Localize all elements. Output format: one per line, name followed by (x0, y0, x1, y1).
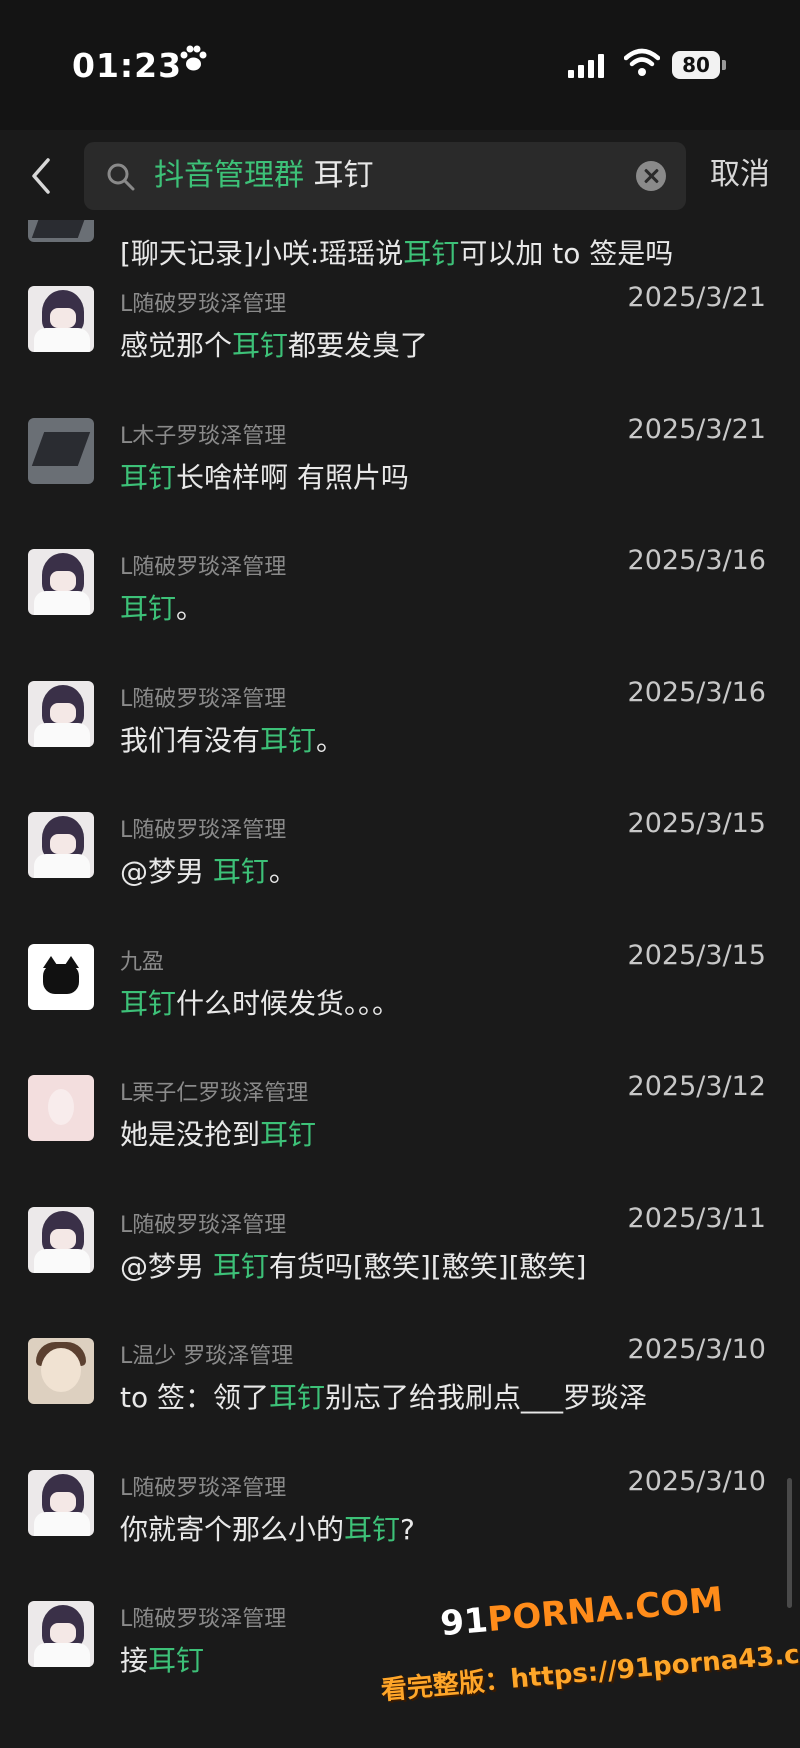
avatar (28, 1075, 94, 1141)
sender-name: L随破罗琰泽管理 (120, 1476, 287, 1501)
avatar (28, 418, 94, 484)
cellular-signal-icon (568, 54, 608, 82)
avatar (28, 286, 94, 352)
message-text: 耳钉长啥样啊 有照片吗 (120, 461, 409, 494)
avatar (28, 1601, 94, 1667)
keyword-highlight: 耳钉 (212, 1250, 269, 1283)
list-item[interactable]: L随破罗琰泽管理 2025/3/10 你就寄个那么小的耳钉? (0, 1462, 800, 1593)
message-text: @梦男 耳钉有货吗[憨笑][憨笑][憨笑] (120, 1250, 587, 1283)
scrollbar[interactable] (787, 1478, 792, 1608)
battery-indicator: 80 (672, 51, 720, 79)
message-text: 她是没抢到耳钉 (120, 1118, 317, 1151)
keyword-highlight: 耳钉 (232, 329, 289, 362)
keyword-highlight: 耳钉 (120, 987, 177, 1020)
avatar (28, 812, 94, 878)
list-item[interactable]: 九盈 2025/3/15 耳钉什么时候发货。。。 (0, 936, 800, 1067)
clear-icon[interactable] (636, 161, 666, 191)
message-date: 2025/3/10 (627, 1466, 766, 1497)
message-date: 2025/3/21 (627, 414, 766, 445)
avatar (28, 220, 94, 242)
list-item[interactable]: L随破罗琰泽管理 2025/3/16 我们有没有耳钉。 (0, 673, 800, 804)
message-date: 2025/3/15 (627, 808, 766, 839)
avatar (28, 681, 94, 747)
message-text: 感觉那个耳钉都要发臭了 (120, 329, 429, 362)
list-item[interactable]: [聊天记录]小咲:瑶瑶说耳钉可以加 to 签是吗 (0, 220, 800, 270)
sender-name: 九盈 (120, 950, 165, 975)
wifi-icon (623, 48, 661, 82)
back-chevron-icon[interactable] (28, 156, 54, 200)
message-text: 接耳钉 (120, 1644, 205, 1677)
keyword-highlight: 耳钉 (344, 1513, 401, 1546)
message-text: 我们有没有耳钉。 (120, 724, 345, 757)
list-item[interactable]: L随破罗琰泽管理 2025/3/15 @梦男 耳钉。 (0, 804, 800, 935)
message-text: 你就寄个那么小的耳钉? (120, 1513, 415, 1546)
sender-name: L温少 罗琰泽管理 (120, 1344, 294, 1369)
message-date: 2025/3/10 (627, 1334, 766, 1365)
message-date: 2025/3/16 (627, 545, 766, 576)
sender-name: L随破罗琰泽管理 (120, 687, 287, 712)
keyword-highlight: 耳钉 (212, 855, 269, 888)
list-item[interactable]: L木子罗琰泽管理 2025/3/21 耳钉长啥样啊 有照片吗 (0, 410, 800, 541)
message-text: 耳钉什么时候发货。。。 (120, 987, 401, 1020)
list-item[interactable]: L随破罗琰泽管理 2025/3/16 耳钉。 (0, 541, 800, 672)
cancel-button[interactable]: 取消 (710, 130, 770, 220)
keyword-highlight: 耳钉 (269, 1381, 326, 1414)
message-text: @梦男 耳钉。 (120, 855, 297, 888)
search-query: 抖音管理群 耳钉 (154, 142, 374, 210)
paw-icon (178, 44, 208, 78)
battery-tip (722, 60, 726, 70)
avatar (28, 549, 94, 615)
avatar (28, 1207, 94, 1273)
message-date: 2025/3/12 (627, 1071, 766, 1102)
keyword-highlight: 耳钉 (260, 1118, 317, 1151)
watermark: 91PORNA.COM 看完整版：https://91porna43.com (380, 1580, 800, 1742)
sender-name: L随破罗琰泽管理 (120, 1213, 287, 1238)
message-text: 耳钉。 (120, 592, 205, 625)
search-icon (106, 162, 136, 196)
list-item[interactable]: L温少 罗琰泽管理 2025/3/10 to 签：领了耳钉别忘了给我刷点___罗琰泽 (0, 1330, 800, 1461)
message-date: 2025/3/21 (627, 282, 766, 313)
keyword-highlight: 耳钉 (260, 724, 317, 757)
message-date: 2025/3/11 (627, 1203, 766, 1234)
sender-name: L随破罗琰泽管理 (120, 818, 287, 843)
list-item[interactable]: L栗子仁罗琰泽管理 2025/3/12 她是没抢到耳钉 (0, 1067, 800, 1198)
keyword-highlight: 耳钉 (120, 592, 177, 625)
sender-name: L随破罗琰泽管理 (120, 1607, 287, 1632)
message-date: 2025/3/15 (627, 940, 766, 971)
sender-name: L木子罗琰泽管理 (120, 424, 287, 449)
sender-name: L随破罗琰泽管理 (120, 555, 287, 580)
search-group-chip: 抖音管理群 (154, 158, 304, 193)
message-text: [聊天记录]小咲:瑶瑶说耳钉可以加 to 签是吗 (120, 237, 674, 270)
search-input[interactable]: 抖音管理群 耳钉 (84, 142, 686, 210)
avatar (28, 944, 94, 1010)
keyword-highlight: 耳钉 (120, 461, 177, 494)
search-keyword: 耳钉 (313, 158, 374, 193)
search-results-list: [聊天记录]小咲:瑶瑶说耳钉可以加 to 签是吗 L随破罗琰泽管理 2025/3/… (0, 220, 800, 1748)
avatar (28, 1470, 94, 1536)
avatar (28, 1338, 94, 1404)
sender-name: L随破罗琰泽管理 (120, 292, 287, 317)
message-date: 2025/3/16 (627, 677, 766, 708)
search-header: 抖音管理群 耳钉 取消 (0, 130, 800, 220)
message-text: to 签：领了耳钉别忘了给我刷点___罗琰泽 (120, 1381, 648, 1414)
list-item[interactable]: L随破罗琰泽管理 2025/3/21 感觉那个耳钉都要发臭了 (0, 278, 800, 409)
list-item[interactable]: L随破罗琰泽管理 2025/3/11 @梦男 耳钉有货吗[憨笑][憨笑][憨笑] (0, 1199, 800, 1330)
sender-name: L栗子仁罗琰泽管理 (120, 1081, 309, 1106)
status-bar: 01:23 80 (0, 0, 800, 130)
status-time: 01:23 (72, 46, 183, 85)
keyword-highlight: 耳钉 (148, 1644, 205, 1677)
